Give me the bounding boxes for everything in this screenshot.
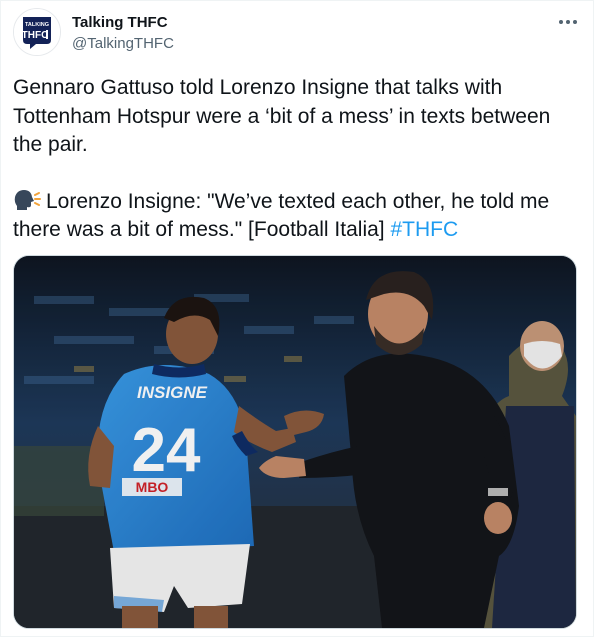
author-avatar[interactable]: TALKING THFC [13,8,61,56]
author-handle[interactable]: @TalkingTHFC [72,34,174,54]
author-display-name[interactable]: Talking THFC [72,13,168,33]
talking-thfc-logo-icon: TALKING THFC [14,9,60,55]
tweet-paragraph-2: Lorenzo Insigne: "We’ve texted each othe… [13,188,583,245]
speaking-head-icon [13,188,41,212]
hashtag-link[interactable]: #THFC [390,218,458,241]
more-options-icon[interactable] [553,9,583,35]
svg-text:THFC: THFC [22,30,49,41]
svg-text:TALKING: TALKING [25,22,49,28]
football-photo-image: INSIGNE 24 MBO [14,256,576,628]
tweet-paragraph-2-text: Lorenzo Insigne: "We’ve texted each othe… [13,189,550,242]
tweet-paragraph-1: Gennaro Gattuso told Lorenzo Insigne tha… [13,76,551,156]
tweet-text: Gennaro Gattuso told Lorenzo Insigne tha… [13,74,583,245]
tweet-card[interactable]: TALKING THFC Talking THFC @TalkingTHFC G… [0,0,594,637]
tweet-photo[interactable]: INSIGNE 24 MBO [13,255,577,629]
